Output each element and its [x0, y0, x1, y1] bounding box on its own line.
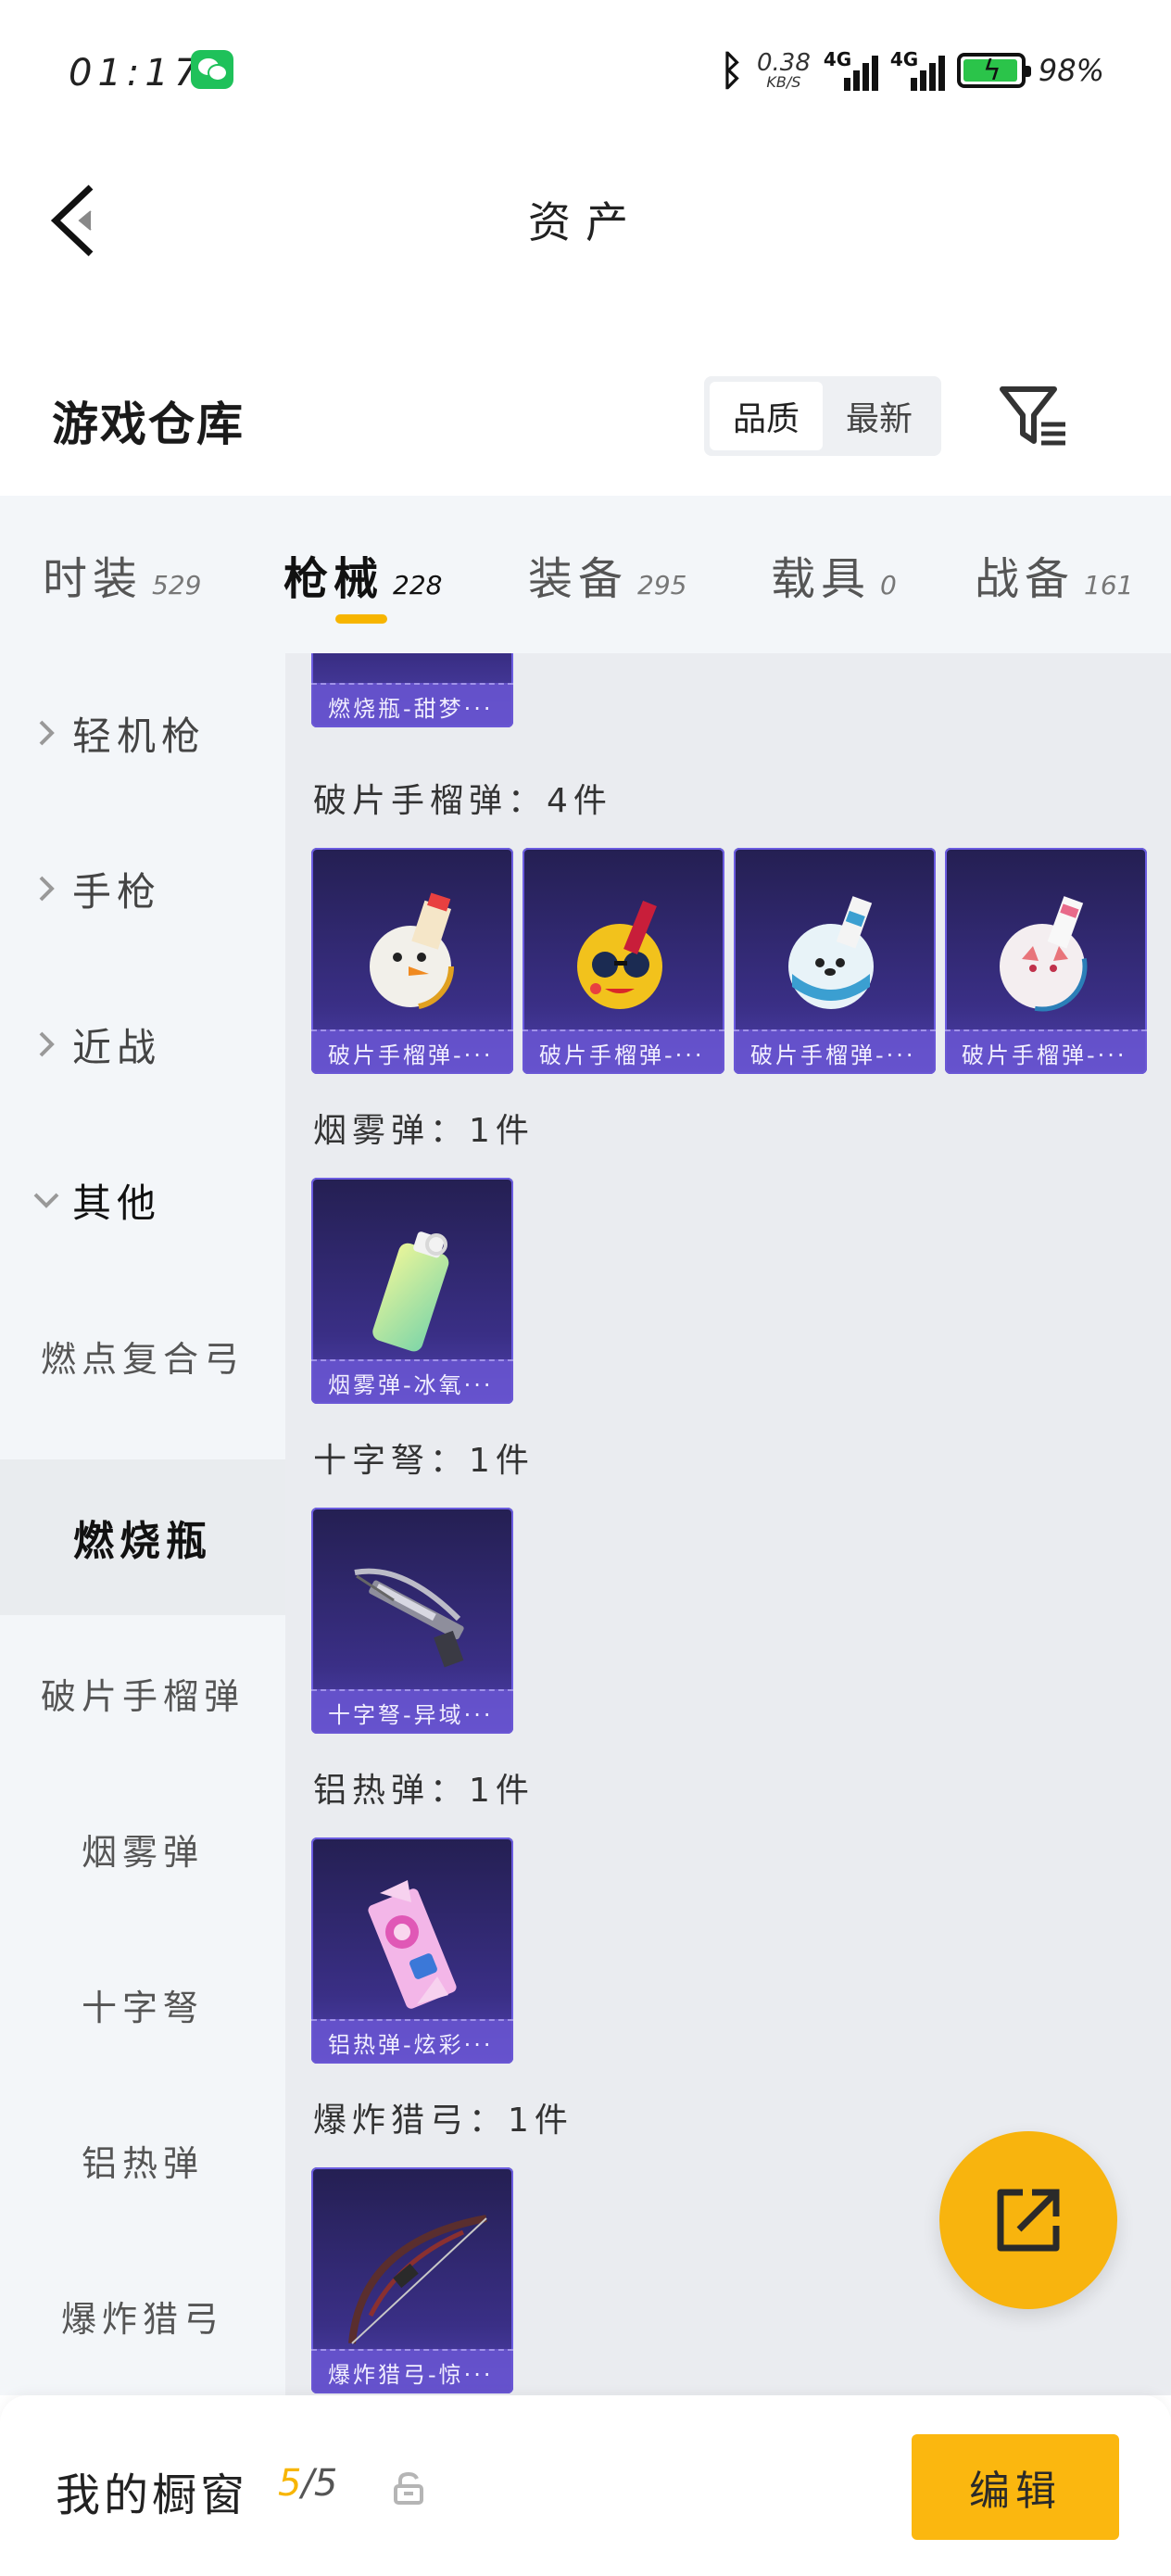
- tab-equipment-count: 295: [637, 570, 687, 600]
- sidebar-group-lmg[interactable]: 轻机枪: [0, 655, 285, 811]
- item-card-smoke[interactable]: 烟雾弹-冰氧···: [311, 1178, 513, 1404]
- sidebar-group-label: 近战: [72, 1024, 162, 1070]
- tab-supplies-label: 战备: [975, 553, 1076, 605]
- sidebar-item-frag-grenade[interactable]: 破片手榴弹: [0, 1615, 285, 1771]
- sort-newest-button[interactable]: 最新: [823, 382, 936, 450]
- sunglasses-grenade-icon: [577, 901, 662, 1009]
- sidebar-group-other[interactable]: 其他: [0, 1122, 285, 1278]
- tab-equipment[interactable]: 装备 295: [528, 542, 686, 607]
- share-button[interactable]: [939, 2131, 1117, 2309]
- sidebar-group-melee[interactable]: 近战: [0, 966, 285, 1122]
- bluetooth-icon: ᛒ: [719, 46, 744, 95]
- item-card-label: 十字弩-异域···: [311, 1689, 513, 1734]
- network-speed-unit: KB/S: [766, 73, 801, 91]
- item-card-frag-1[interactable]: 破片手榴弹-···: [311, 848, 513, 1074]
- wechat-icon: [191, 50, 233, 89]
- lock-icon: [394, 2471, 423, 2505]
- edit-button[interactable]: 编辑: [912, 2434, 1119, 2540]
- hunting-bow-icon: [348, 2215, 487, 2344]
- sidebar-item-explosive-bow[interactable]: 爆炸猎弓: [0, 2238, 285, 2393]
- item-card-crossbow[interactable]: 十字弩-异域···: [311, 1508, 513, 1734]
- tab-fashion-label: 时装: [43, 553, 144, 605]
- tab-supplies-count: 161: [1084, 570, 1134, 600]
- warehouse-header: 游戏仓库 品质 最新: [0, 306, 1171, 496]
- item-card-frag-2[interactable]: 破片手榴弹-···: [523, 848, 724, 1074]
- status-time: 01:17: [69, 52, 204, 95]
- item-card-label: 铝热弹-炫彩···: [311, 2019, 513, 2064]
- item-card-thermite[interactable]: 铝热弹-炫彩···: [311, 1837, 513, 2064]
- smoke-canister-icon: [372, 1231, 449, 1352]
- showcase-title: 我的橱窗: [56, 2469, 249, 2521]
- item-card-explosive-bow[interactable]: 爆炸猎弓-惊···: [311, 2167, 513, 2393]
- item-card-label: 破片手榴弹-···: [311, 1029, 513, 1074]
- sidebar-group-pistol[interactable]: 手枪: [0, 811, 285, 966]
- item-card-label: 破片手榴弹-···: [945, 1029, 1147, 1074]
- network-speed: 0.38 KB/S: [757, 51, 811, 90]
- item-card-label: 爆炸猎弓-惊···: [311, 2349, 513, 2393]
- item-card-label: 燃烧瓶-甜梦···: [311, 683, 513, 727]
- signal-icon-1: 4G: [823, 48, 878, 93]
- status-bar: 01:17 ᛒ 0.38 KB/S 4G 4G ϟ 98%: [0, 0, 1171, 139]
- chevron-down-icon: [33, 1193, 59, 1208]
- status-indicators: ᛒ 0.38 KB/S 4G 4G ϟ 98%: [720, 44, 1104, 96]
- chevron-right-icon: [39, 1031, 55, 1057]
- group-label-crossbow: 十字弩：1件: [313, 1442, 535, 1480]
- sidebar-item-crossbow[interactable]: 十字弩: [0, 1926, 285, 2082]
- showcase-count-total: /5: [301, 2462, 338, 2505]
- active-tab-indicator: [335, 614, 387, 624]
- tab-supplies[interactable]: 战备 161: [975, 542, 1133, 607]
- chevron-right-icon: [39, 876, 55, 902]
- candy-thermite-icon: [368, 1880, 457, 2009]
- group-label-frag: 破片手榴弹：4件: [313, 782, 612, 820]
- signal-icon-2: 4G: [889, 48, 945, 93]
- tab-fashion-count: 529: [152, 570, 202, 600]
- share-icon: [997, 2189, 1060, 2252]
- showcase-bar: 我的橱窗 5/5 编辑: [0, 2395, 1171, 2576]
- snowman-grenade-icon: [367, 892, 454, 1010]
- group-label-smoke: 烟雾弹：1件: [313, 1112, 535, 1150]
- item-card-label: 烟雾弹-冰氧···: [311, 1359, 513, 1404]
- sidebar-group-label: 其他: [72, 1180, 162, 1226]
- battery-percent: 98%: [1038, 53, 1104, 88]
- item-card-label: 破片手榴弹-···: [523, 1029, 724, 1074]
- battery-icon: ϟ: [956, 53, 1031, 88]
- page-title: 资产: [528, 197, 643, 247]
- sidebar: 轻机枪 手枪 近战 其他 燃点复合弓 燃烧瓶 破片手榴弹 烟雾弹 十字弩 铝热弹…: [0, 653, 285, 2395]
- sidebar-group-label: 手枪: [72, 868, 162, 915]
- item-card-label: 破片手榴弹-···: [734, 1029, 936, 1074]
- sort-toggle: 品质 最新: [704, 376, 941, 456]
- network-speed-value: 0.38: [756, 49, 811, 77]
- item-card-frag-3[interactable]: 破片手榴弹-···: [734, 848, 936, 1074]
- group-label-thermite: 铝热弹：1件: [313, 1772, 535, 1810]
- sort-quality-button[interactable]: 品质: [710, 382, 823, 450]
- nav-bar: 资产: [0, 139, 1171, 306]
- tab-vehicles[interactable]: 载具 0: [771, 542, 897, 607]
- fox-grenade-icon: [997, 896, 1088, 1012]
- tab-weapons-label: 枪械: [283, 553, 384, 605]
- tab-equipment-label: 装备: [528, 553, 629, 605]
- tab-vehicles-count: 0: [880, 570, 897, 600]
- warehouse-title: 游戏仓库: [52, 398, 245, 451]
- item-card-frag-4[interactable]: 破片手榴弹-···: [945, 848, 1147, 1074]
- sidebar-item-smoke-grenade[interactable]: 烟雾弹: [0, 1771, 285, 1926]
- seal-grenade-icon: [788, 896, 874, 1009]
- sidebar-item-compound-bow[interactable]: 燃点复合弓: [0, 1278, 285, 1433]
- crossbow-icon: [354, 1568, 464, 1668]
- item-card-molotov[interactable]: 燃烧瓶-甜梦···: [311, 653, 513, 727]
- tab-fashion[interactable]: 时装 529: [43, 542, 201, 607]
- sidebar-item-molotov[interactable]: 燃烧瓶: [0, 1459, 285, 1615]
- tab-weapons-count: 228: [393, 570, 443, 600]
- showcase-count: 5/5: [278, 2462, 337, 2505]
- sidebar-item-thermite[interactable]: 铝热弹: [0, 2082, 285, 2238]
- tab-vehicles-label: 载具: [771, 553, 872, 605]
- chevron-right-icon: [39, 720, 55, 746]
- signal-1-label: 4G: [823, 48, 852, 70]
- filter-icon[interactable]: [999, 384, 1069, 448]
- signal-2-label: 4G: [889, 48, 919, 70]
- sidebar-group-label: 轻机枪: [72, 713, 207, 759]
- showcase-count-current: 5: [278, 2462, 302, 2505]
- tab-weapons[interactable]: 枪械 228: [283, 542, 442, 607]
- category-tabs: 时装 529 枪械 228 装备 295 载具 0 战备 161: [0, 496, 1171, 653]
- group-label-explosive-bow: 爆炸猎弓：1件: [313, 2102, 573, 2140]
